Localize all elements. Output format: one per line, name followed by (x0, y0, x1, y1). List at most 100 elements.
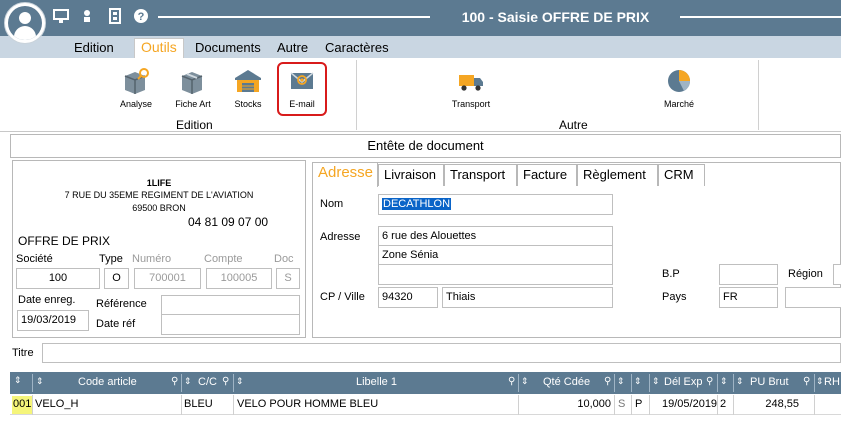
grid-col-sep (717, 374, 718, 392)
monitor-icon[interactable] (52, 8, 70, 26)
cell-n[interactable]: 2 (720, 398, 726, 410)
sort-icon[interactable]: ⇕ (521, 376, 529, 387)
autre-group-label: Autre (559, 118, 588, 132)
col-cc[interactable]: C/C (198, 376, 217, 388)
grid-col-sep (649, 374, 650, 392)
stocks-button[interactable]: Stocks (223, 66, 273, 109)
fiche-art-label: Fiche Art (175, 99, 211, 109)
key-icon[interactable]: ⚲ (706, 376, 713, 387)
analyse-label: Analyse (119, 99, 153, 109)
transport-button[interactable]: Transport (446, 66, 496, 109)
tab-crm[interactable]: CRM (658, 164, 705, 186)
menu-edition[interactable]: Edition (74, 40, 114, 55)
pays-name-field[interactable] (785, 287, 841, 308)
sort-icon[interactable]: ⇕ (652, 376, 660, 387)
col-rh[interactable]: RH (824, 376, 840, 388)
col-del-exp[interactable]: Dél Exp (664, 376, 703, 388)
svg-text:?: ? (138, 11, 145, 23)
cp-field[interactable]: 94320 (378, 287, 438, 308)
tab-transport[interactable]: Transport (444, 164, 517, 186)
tab-livraison[interactable]: Livraison (378, 164, 444, 186)
cell-s[interactable]: S (618, 398, 625, 410)
user-pin-icon[interactable] (78, 8, 96, 26)
sort-icon[interactable]: ⇕ (617, 376, 625, 387)
col-code-article[interactable]: Code article (78, 376, 137, 388)
compte-field: 100005 (206, 268, 272, 289)
adresse-line-2[interactable]: Zone Sénia (378, 245, 613, 266)
date-enreg-field[interactable]: 19/03/2019 (17, 310, 89, 331)
cell-pu-brut[interactable]: 248,55 (736, 398, 799, 410)
nom-field[interactable]: DECATHLON (378, 194, 613, 215)
col-pu-brut[interactable]: PU Brut (750, 376, 789, 388)
marche-label: Marché (663, 99, 694, 109)
nom-label: Nom (320, 198, 344, 210)
pays-field[interactable]: FR (719, 287, 778, 308)
titre-field[interactable] (42, 343, 841, 363)
col-qte-cdee[interactable]: Qté Cdée (543, 376, 590, 388)
marche-button[interactable]: Marché (654, 66, 704, 109)
row-selector-icon[interactable]: ⇕ (14, 375, 22, 386)
sort-icon[interactable]: ⇕ (816, 376, 824, 387)
ville-field[interactable]: Thiais (442, 287, 613, 308)
key-icon[interactable]: ⚲ (803, 376, 810, 387)
cell-code[interactable]: VELO_H (35, 398, 78, 410)
cell-p[interactable]: P (635, 398, 642, 410)
sort-icon[interactable]: ⇕ (36, 376, 44, 387)
grid-col-sep (181, 374, 182, 392)
date-enreg-label: Date enreg. (18, 294, 76, 306)
grid-row-sep (181, 395, 182, 415)
company-phone: 04 81 09 07 00 (188, 215, 269, 229)
bp-field[interactable] (719, 264, 778, 285)
help-icon[interactable]: ? (132, 8, 150, 26)
tab-facture[interactable]: Facture (517, 164, 577, 186)
menu-documents[interactable]: Documents (195, 40, 261, 55)
key-icon[interactable]: ⚲ (171, 376, 178, 387)
company-name: 1LIFE (146, 178, 172, 188)
menu-caracteres[interactable]: Caractères (325, 40, 389, 55)
key-icon[interactable]: ⚲ (604, 376, 611, 387)
analyse-button[interactable]: Analyse (111, 66, 161, 109)
titre-label: Titre (12, 347, 34, 359)
cell-cc[interactable]: BLEU (184, 398, 213, 410)
sort-icon[interactable]: ⇕ (184, 376, 192, 387)
pays-label: Pays (662, 291, 687, 303)
fiche-art-button[interactable]: Fiche Art (168, 66, 218, 109)
menu-autre[interactable]: Autre (277, 40, 308, 55)
type-label: Type (99, 253, 123, 265)
tab-reglement[interactable]: Règlement (577, 164, 658, 186)
grid-row-sep (32, 395, 33, 415)
sort-icon[interactable]: ⇕ (720, 376, 728, 387)
cell-del-exp[interactable]: 19/05/2019 (662, 398, 717, 410)
warehouse-icon (235, 70, 261, 92)
doc-field: S (276, 268, 300, 289)
sort-icon[interactable]: ⇕ (736, 376, 744, 387)
reference-field[interactable] (161, 295, 300, 316)
col-libelle[interactable]: Libelle 1 (356, 376, 397, 388)
sort-icon[interactable]: ⇕ (634, 376, 642, 387)
transport-label: Transport (451, 99, 491, 109)
region-field[interactable] (833, 264, 841, 285)
cell-qte[interactable]: 10,000 (521, 398, 611, 410)
date-ref-label: Date réf (96, 318, 136, 330)
type-field[interactable]: O (104, 268, 129, 289)
date-ref-field[interactable] (161, 314, 300, 335)
adresse-line-1[interactable]: 6 rue des Alouettes (378, 226, 613, 247)
adresse-line-3[interactable] (378, 264, 613, 285)
grid-col-sep (631, 374, 632, 392)
menu-bar (0, 36, 841, 58)
user-avatar[interactable] (4, 2, 46, 44)
menu-outils[interactable]: Outils (134, 38, 184, 58)
key-icon[interactable]: ⚲ (508, 376, 515, 387)
title-divider-left (158, 16, 430, 18)
grid-row-sep (518, 395, 519, 415)
film-icon[interactable] (106, 8, 124, 26)
key-icon[interactable]: ⚲ (222, 376, 229, 387)
grid-col-sep (518, 374, 519, 392)
doc-label: Doc (274, 253, 294, 265)
bp-label: B.P (662, 268, 680, 280)
cell-libelle[interactable]: VELO POUR HOMME BLEU (237, 398, 378, 410)
sort-icon[interactable]: ⇕ (236, 376, 244, 387)
societe-field[interactable]: 100 (16, 268, 100, 289)
tab-adresse[interactable]: Adresse (312, 162, 378, 187)
nom-value: DECATHLON (382, 198, 452, 210)
